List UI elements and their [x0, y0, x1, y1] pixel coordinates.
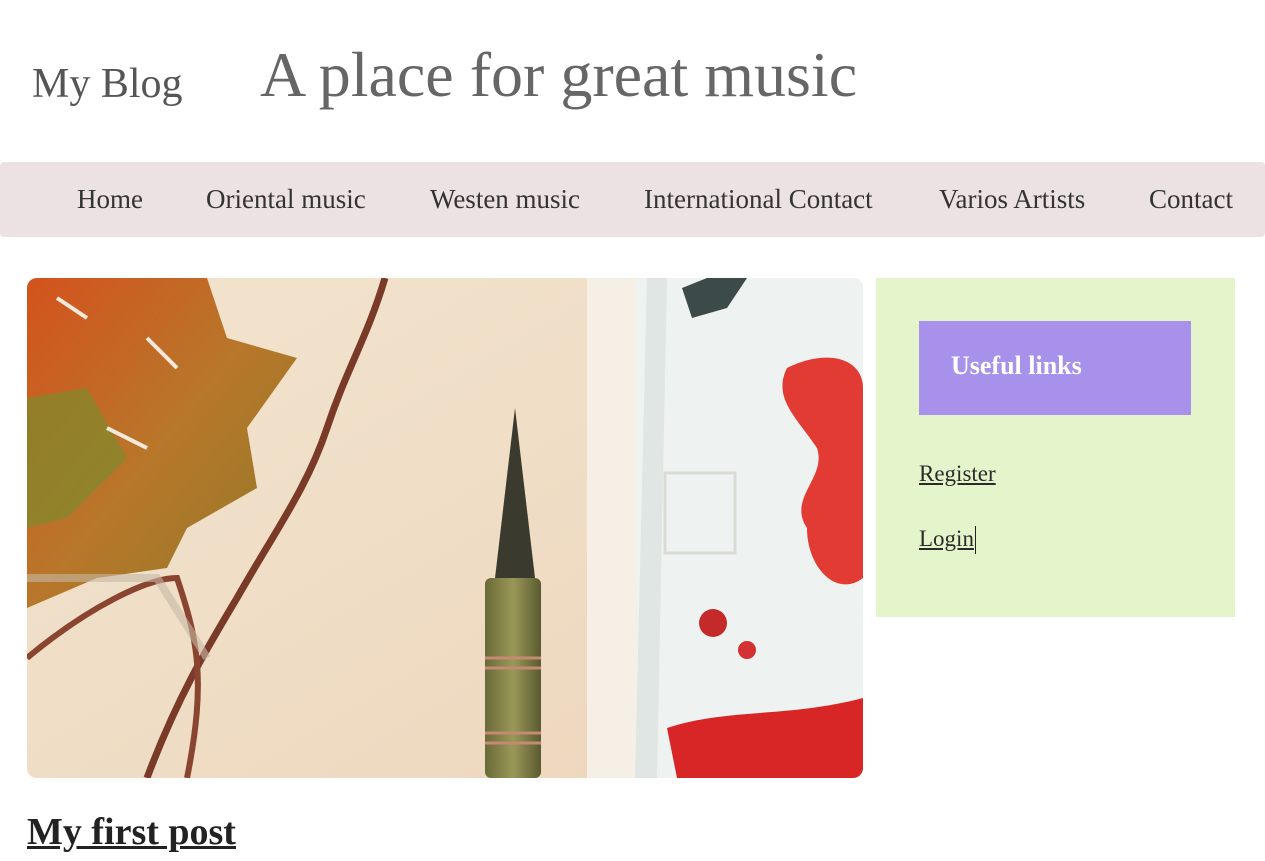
site-header: My Blog A place for great music [0, 0, 1265, 162]
hero-image [27, 278, 863, 778]
login-link[interactable]: Login [919, 526, 974, 552]
sidebar-widget: Useful links Register Login [876, 278, 1235, 617]
nav-item-varios-artists[interactable]: Varios Artists [939, 184, 1085, 215]
watercolor-illustration [27, 278, 863, 778]
nav-item-home[interactable]: Home [77, 184, 143, 215]
nav-item-contact[interactable]: Contact [1149, 184, 1233, 215]
widget-title-box: Useful links [919, 321, 1191, 415]
nav-item-oriental-music[interactable]: Oriental music [206, 184, 366, 215]
post-title-link[interactable]: My first post [27, 810, 236, 854]
nav-item-westen-music[interactable]: Westen music [430, 184, 580, 215]
site-name[interactable]: My Blog [32, 60, 183, 108]
site-tagline: A place for great music [260, 39, 858, 110]
widget-title: Useful links [951, 351, 1082, 380]
nav-item-international-contact[interactable]: International Contact [644, 184, 873, 215]
register-link[interactable]: Register [919, 461, 996, 487]
text-cursor [975, 526, 976, 554]
main-navigation: Home Oriental music Westen music Interna… [0, 162, 1265, 237]
